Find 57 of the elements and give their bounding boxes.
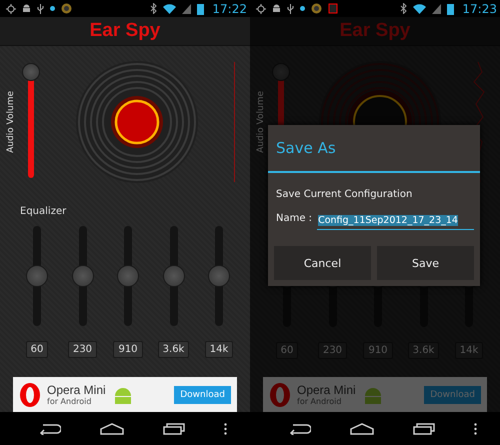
band-label: 14k	[204, 341, 234, 358]
band-label: 910	[113, 341, 143, 358]
signal-icon	[432, 4, 442, 14]
name-field[interactable]: Config_11Sep2012_17_23_14	[317, 206, 474, 230]
app-title: Ear Spy	[340, 20, 410, 42]
dot-icon	[50, 6, 55, 11]
wifi-icon	[163, 4, 176, 14]
band-label: 3.6k	[158, 341, 190, 358]
volume-label: Audio Volume	[256, 91, 266, 153]
dialog-prompt: Save Current Configuration	[276, 189, 414, 200]
android-icon	[22, 4, 31, 14]
back-icon[interactable]	[289, 422, 312, 434]
band-label: 3.6k	[408, 342, 440, 359]
ad-title: Opera Mini	[297, 383, 356, 397]
download-button[interactable]: Download	[174, 386, 231, 404]
band-label: 910	[363, 342, 393, 359]
menu-icon[interactable]	[474, 422, 477, 434]
band-label: 14k	[454, 342, 484, 359]
band-label: 60	[26, 341, 48, 358]
badge-icon	[61, 3, 72, 14]
band-label: 230	[318, 342, 348, 359]
ad-subtitle: for Android	[297, 397, 342, 406]
gps-icon	[256, 4, 266, 14]
clock-time: 17:23	[462, 2, 497, 16]
badge-icon	[311, 3, 322, 14]
band-label: 230	[68, 341, 98, 358]
volume-label: Audio Volume	[6, 91, 16, 153]
ad-title: Opera Mini	[47, 383, 106, 397]
recents-icon[interactable]	[412, 422, 435, 434]
dot-icon	[300, 6, 305, 11]
bluetooth-icon	[400, 3, 408, 14]
signal-icon	[182, 4, 192, 14]
bluetooth-icon	[150, 3, 158, 14]
opera-logo-icon	[269, 382, 291, 408]
back-icon[interactable]	[39, 422, 62, 434]
gps-icon	[6, 4, 16, 14]
usb-icon	[287, 4, 294, 14]
home-icon[interactable]	[100, 422, 124, 434]
android-icon	[272, 4, 281, 14]
clock-time: 17:22	[212, 2, 247, 16]
dialog-button[interactable]: Save	[377, 246, 474, 280]
battery-icon	[197, 2, 204, 14]
sd-card-icon	[328, 3, 338, 14]
ad-subtitle: for Android	[47, 397, 92, 406]
recents-icon[interactable]	[162, 422, 185, 434]
app-title: Ear Spy	[90, 20, 160, 42]
battery-icon	[447, 2, 454, 14]
wifi-icon	[413, 4, 426, 14]
home-icon[interactable]	[350, 422, 374, 434]
equalizer-title: Equalizer	[20, 206, 66, 217]
band-label: 60	[276, 342, 298, 359]
dialog-button[interactable]: Cancel	[274, 246, 371, 280]
usb-icon	[37, 4, 44, 14]
dialog-title: Save As	[268, 125, 480, 173]
name-label: Name :	[276, 212, 312, 224]
opera-logo-icon	[19, 382, 41, 408]
menu-icon[interactable]	[224, 422, 227, 434]
